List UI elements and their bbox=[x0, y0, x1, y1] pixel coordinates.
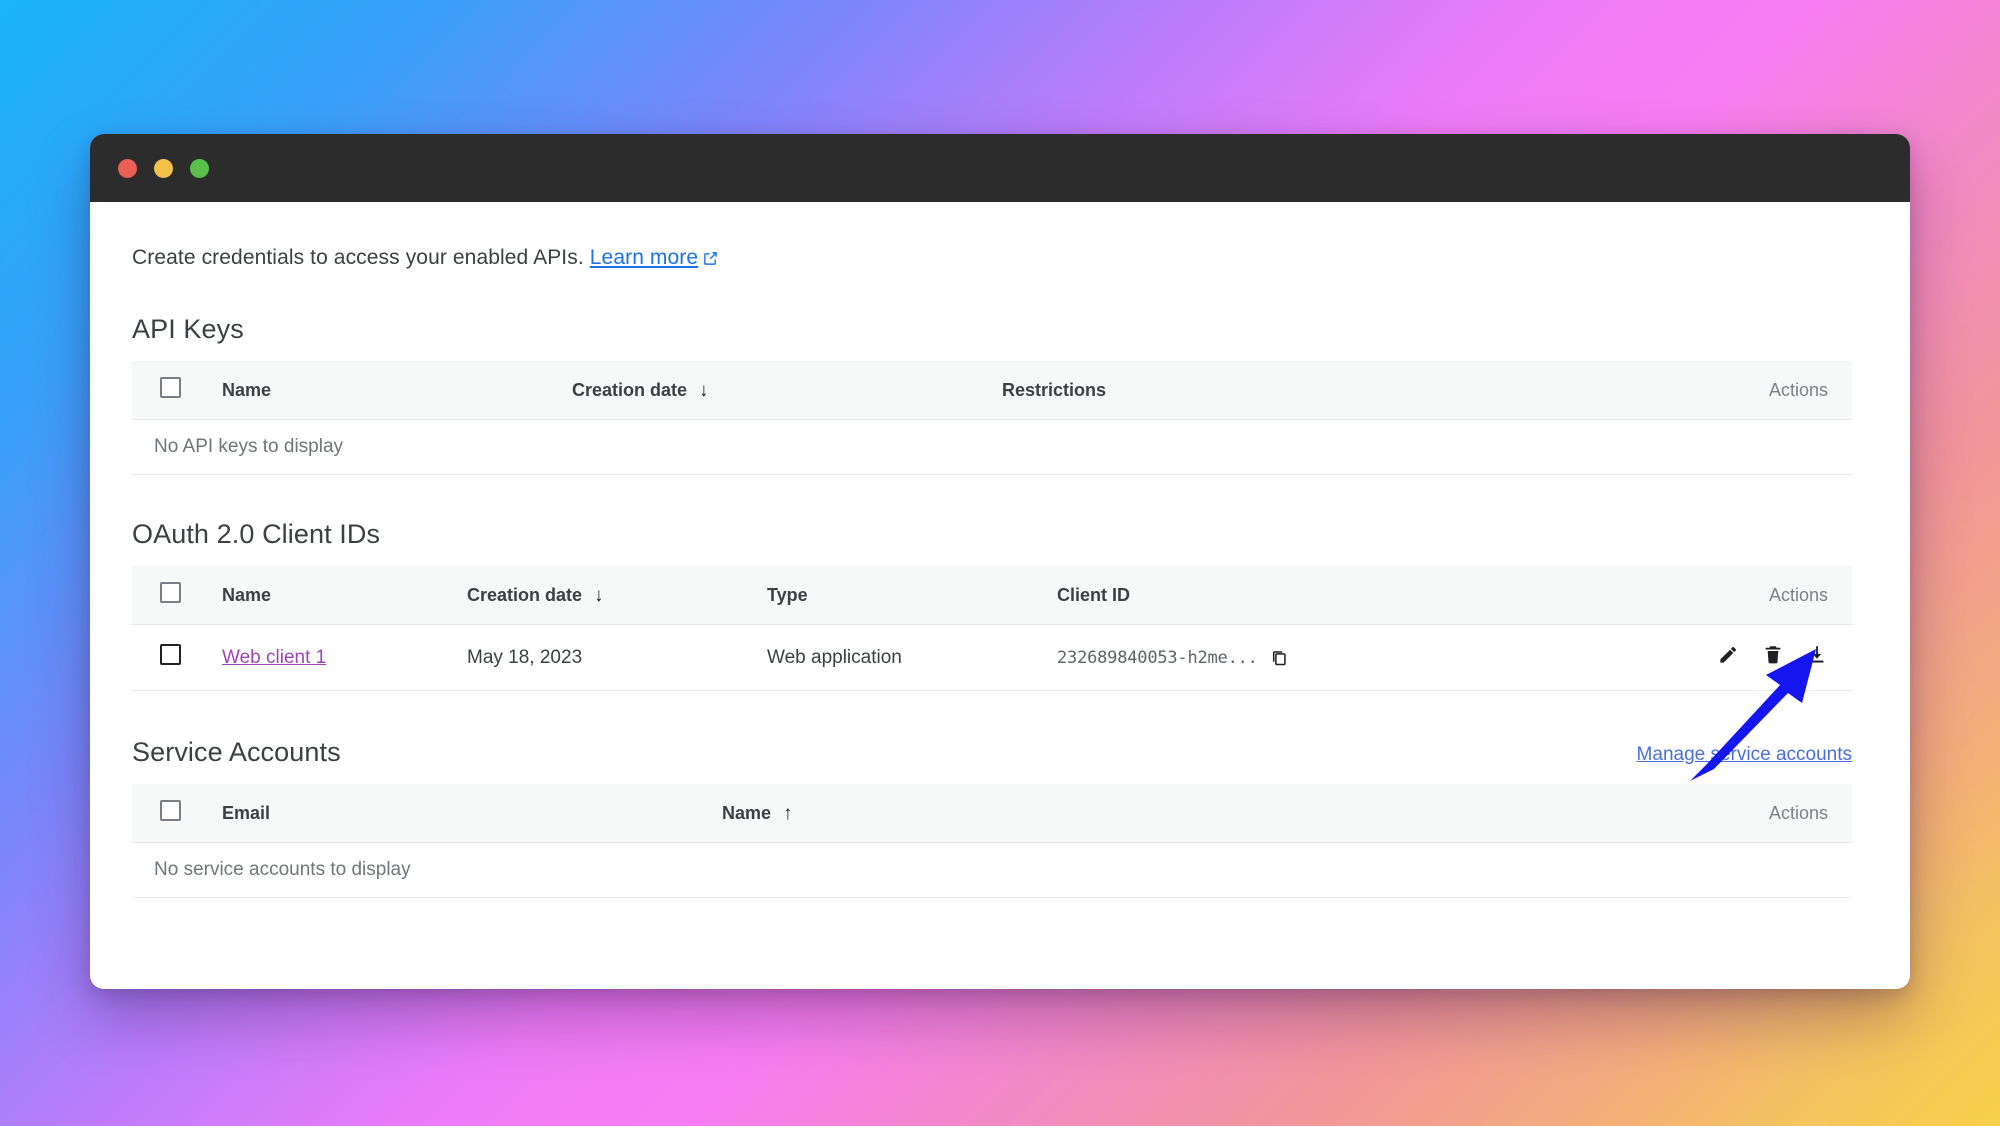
api-keys-col-actions: Actions bbox=[1612, 361, 1852, 420]
window-minimize-button[interactable] bbox=[154, 158, 173, 178]
service-accounts-col-name-label: Name bbox=[722, 802, 772, 823]
api-keys-col-restrictions[interactable]: Restrictions bbox=[1002, 361, 1612, 420]
sort-descending-icon: ↓ bbox=[594, 584, 604, 606]
edit-icon[interactable] bbox=[1717, 643, 1740, 666]
window-titlebar bbox=[90, 134, 1910, 202]
intro-line: Create credentials to access your enable… bbox=[132, 246, 1852, 270]
api-keys-empty-message: No API keys to display bbox=[132, 419, 1852, 475]
api-keys-header: API Keys bbox=[132, 314, 1852, 345]
download-icon[interactable] bbox=[1806, 643, 1828, 666]
external-link-icon bbox=[703, 251, 718, 266]
api-keys-col-creation-date[interactable]: Creation date ↓ bbox=[572, 361, 1002, 420]
oauth-col-creation-date[interactable]: Creation date ↓ bbox=[467, 566, 767, 625]
service-accounts-header-row: Email Name ↑ Actions bbox=[132, 784, 1852, 843]
service-accounts-col-email[interactable]: Email bbox=[222, 784, 722, 843]
oauth-table: Name Creation date ↓ Type Client ID Actio… bbox=[132, 566, 1852, 691]
section-service-accounts: Service Accounts Manage service accounts… bbox=[132, 737, 1852, 898]
section-oauth-client-ids: OAuth 2.0 Client IDs Name Creation date ↓… bbox=[132, 519, 1852, 691]
oauth-row-actions-cell bbox=[1642, 624, 1852, 691]
api-keys-title: API Keys bbox=[132, 314, 244, 344]
service-accounts-col-actions: Actions bbox=[1612, 784, 1852, 843]
oauth-title: OAuth 2.0 Client IDs bbox=[132, 519, 381, 549]
api-keys-select-all-checkbox[interactable] bbox=[160, 377, 181, 398]
delete-icon[interactable] bbox=[1762, 643, 1784, 666]
oauth-col-actions: Actions bbox=[1642, 566, 1852, 625]
api-keys-select-all-cell bbox=[132, 361, 222, 420]
app-window: Create credentials to access your enable… bbox=[90, 134, 1910, 989]
learn-more-link[interactable]: Learn more bbox=[590, 246, 718, 270]
oauth-row-select-cell bbox=[132, 624, 222, 691]
oauth-col-client-id[interactable]: Client ID bbox=[1057, 566, 1642, 625]
oauth-header-row: Name Creation date ↓ Type Client ID Actio… bbox=[132, 566, 1852, 625]
service-accounts-select-all-checkbox[interactable] bbox=[160, 800, 181, 821]
table-row: Web client 1 May 18, 2023 Web applicatio… bbox=[132, 624, 1852, 691]
section-api-keys: API Keys Name Creation date ↓ Restriction… bbox=[132, 314, 1852, 475]
service-accounts-empty-row: No service accounts to display bbox=[132, 842, 1852, 898]
oauth-col-type[interactable]: Type bbox=[767, 566, 1057, 625]
oauth-col-creation-date-label: Creation date bbox=[467, 584, 583, 605]
service-accounts-header: Service Accounts Manage service accounts bbox=[132, 737, 1852, 768]
page-content: Create credentials to access your enable… bbox=[90, 202, 1910, 989]
sort-descending-icon: ↓ bbox=[699, 379, 709, 401]
api-keys-empty-row: No API keys to display bbox=[132, 419, 1852, 475]
oauth-row-name-cell: Web client 1 bbox=[222, 624, 467, 691]
manage-service-accounts-link[interactable]: Manage service accounts bbox=[1637, 744, 1852, 768]
api-keys-col-name[interactable]: Name bbox=[222, 361, 572, 420]
oauth-col-name[interactable]: Name bbox=[222, 566, 467, 625]
service-accounts-table: Email Name ↑ Actions No service accounts … bbox=[132, 784, 1852, 898]
traffic-lights bbox=[118, 158, 209, 178]
oauth-client-name-link[interactable]: Web client 1 bbox=[222, 647, 326, 668]
oauth-row-client-id-cell: 232689840053-h2me... bbox=[1057, 624, 1642, 691]
copy-icon[interactable] bbox=[1270, 648, 1289, 667]
api-keys-col-creation-date-label: Creation date bbox=[572, 379, 688, 400]
api-keys-header-row: Name Creation date ↓ Restrictions Actions bbox=[132, 361, 1852, 420]
service-accounts-col-name[interactable]: Name ↑ bbox=[722, 784, 1612, 843]
oauth-row-checkbox[interactable] bbox=[160, 644, 181, 665]
oauth-row-creation-date: May 18, 2023 bbox=[467, 624, 767, 691]
learn-more-label: Learn more bbox=[589, 246, 699, 269]
service-accounts-select-all-cell bbox=[132, 784, 222, 843]
oauth-row-type: Web application bbox=[767, 624, 1057, 691]
intro-text: Create credentials to access your enable… bbox=[132, 246, 584, 269]
sort-ascending-icon: ↑ bbox=[783, 802, 793, 824]
oauth-select-all-checkbox[interactable] bbox=[160, 582, 181, 603]
service-accounts-title: Service Accounts bbox=[132, 737, 341, 767]
api-keys-table: Name Creation date ↓ Restrictions Actions… bbox=[132, 361, 1852, 475]
oauth-select-all-cell bbox=[132, 566, 222, 625]
service-accounts-empty-message: No service accounts to display bbox=[132, 842, 1852, 898]
oauth-header: OAuth 2.0 Client IDs bbox=[132, 519, 1852, 550]
window-maximize-button[interactable] bbox=[190, 158, 209, 178]
oauth-row-client-id: 232689840053-h2me... bbox=[1057, 647, 1258, 668]
window-close-button[interactable] bbox=[118, 158, 137, 178]
